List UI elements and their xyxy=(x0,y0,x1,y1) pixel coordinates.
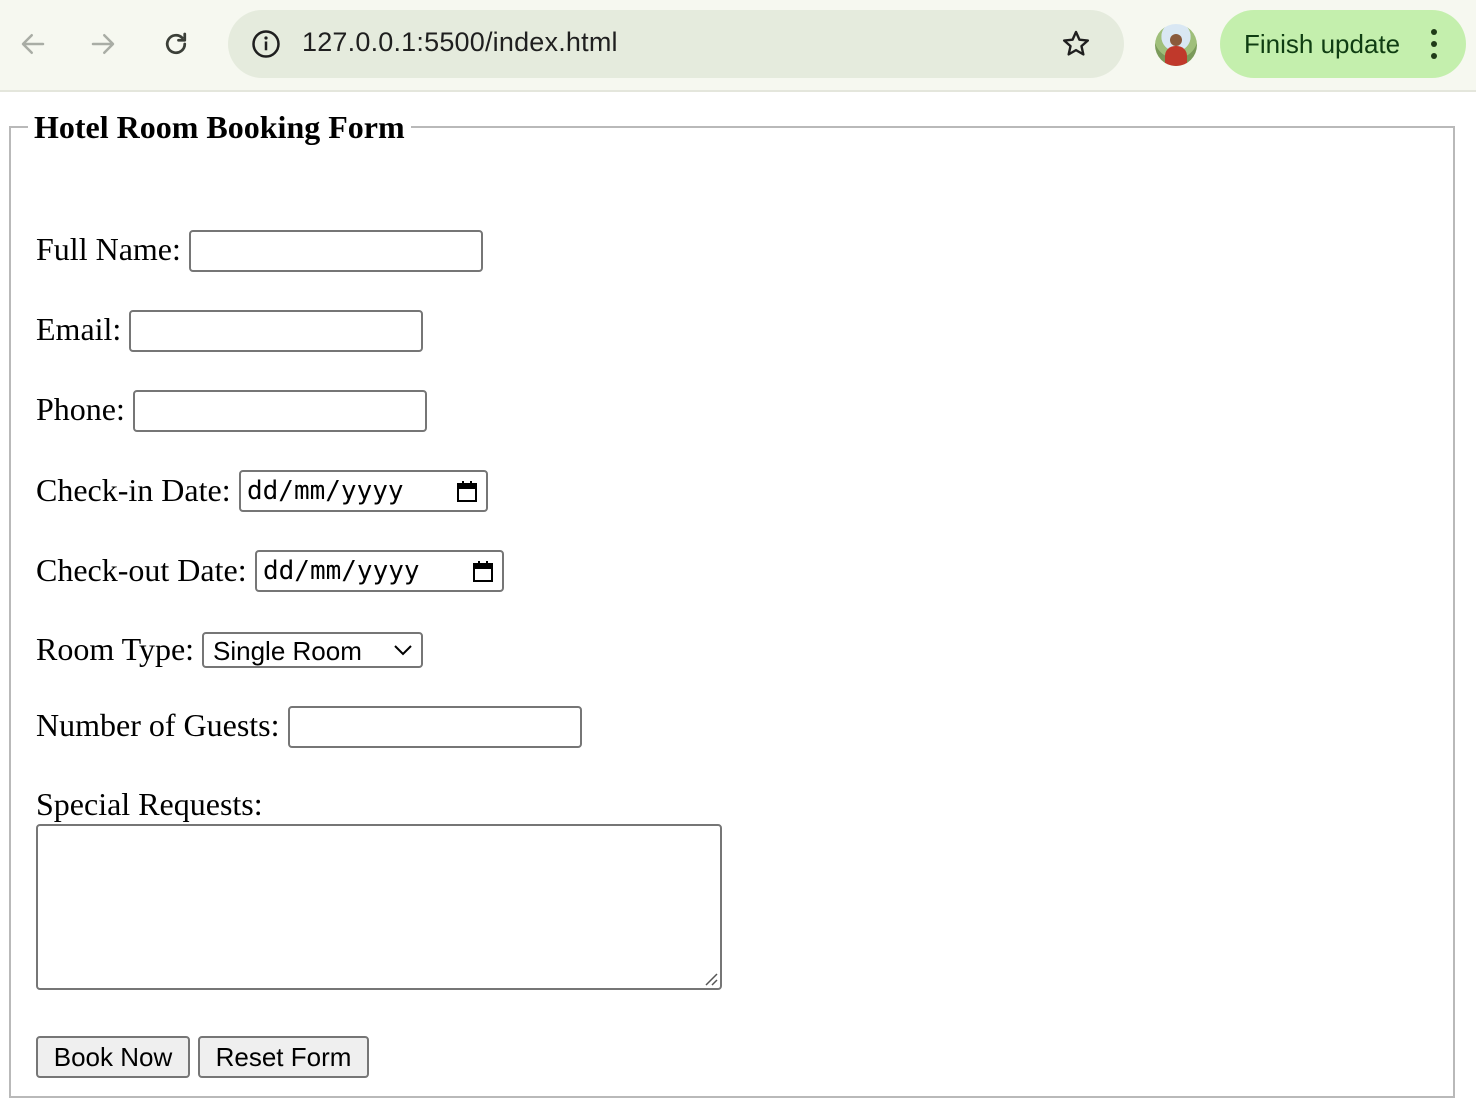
chevron-down-icon xyxy=(394,645,412,656)
reload-icon xyxy=(165,32,187,55)
reset-form-button[interactable]: Reset Form xyxy=(198,1036,369,1078)
check-out-placeholder: dd/mm/yyyy xyxy=(263,556,420,586)
profile-avatar[interactable] xyxy=(1155,24,1197,66)
calendar-icon[interactable] xyxy=(472,560,494,584)
check-in-date-input[interactable]: dd/mm/yyyy xyxy=(239,470,488,512)
room-type-select[interactable]: Single Room xyxy=(202,632,423,668)
browser-toolbar: 127.0.0.1:5500/index.html Finish update xyxy=(0,0,1476,92)
address-bar[interactable]: 127.0.0.1:5500/index.html xyxy=(228,10,1124,78)
site-info-button[interactable] xyxy=(246,24,286,64)
phone-input[interactable] xyxy=(133,390,427,432)
full-name-input[interactable] xyxy=(189,230,483,272)
email-input[interactable] xyxy=(129,310,423,352)
guests-input[interactable] xyxy=(288,706,582,748)
back-button[interactable] xyxy=(11,22,55,66)
email-label: Email: xyxy=(36,311,122,347)
check-out-date-input[interactable]: dd/mm/yyyy xyxy=(255,550,504,592)
room-type-selected: Single Room xyxy=(213,636,362,666)
special-requests-textarea[interactable] xyxy=(36,824,722,990)
phone-label: Phone: xyxy=(36,391,125,427)
arrow-right-icon xyxy=(91,34,115,54)
resize-grip-icon[interactable] xyxy=(702,970,718,986)
avatar-figure-head xyxy=(1170,34,1182,46)
star-icon xyxy=(1062,30,1090,56)
finish-update-label: Finish update xyxy=(1244,29,1401,59)
finish-update-button[interactable]: Finish update xyxy=(1220,10,1466,78)
full-name-label: Full Name: xyxy=(36,231,181,267)
room-type-label: Room Type: xyxy=(36,631,195,667)
check-in-placeholder: dd/mm/yyyy xyxy=(247,476,404,506)
bookmark-button[interactable] xyxy=(1056,24,1096,64)
form-legend: Hotel Room Booking Form xyxy=(28,108,411,146)
reload-button[interactable] xyxy=(154,22,198,66)
special-requests-label: Special Requests: xyxy=(36,786,263,822)
arrow-left-icon xyxy=(21,34,45,54)
forward-button[interactable] xyxy=(81,22,125,66)
book-now-button[interactable]: Book Now xyxy=(36,1036,190,1078)
check-in-label: Check-in Date: xyxy=(36,472,231,508)
calendar-icon[interactable] xyxy=(456,480,478,504)
kebab-menu-icon[interactable] xyxy=(1420,24,1448,64)
url-text[interactable]: 127.0.0.1:5500/index.html xyxy=(302,27,618,58)
avatar-figure-body xyxy=(1165,46,1187,66)
guests-label: Number of Guests: xyxy=(36,707,280,743)
info-icon xyxy=(252,30,280,58)
check-out-label: Check-out Date: xyxy=(36,552,247,588)
